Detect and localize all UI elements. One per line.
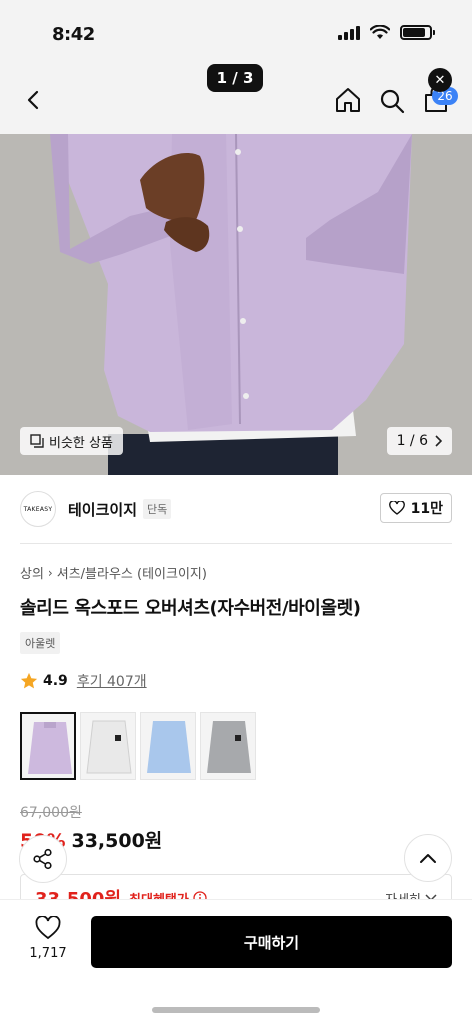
brand-logo[interactable]: TAKEASY xyxy=(20,491,56,527)
brand-row: TAKEASY 테이크이지 단독 11만 xyxy=(20,489,452,529)
star-icon xyxy=(20,672,38,689)
variant-thumb-gray[interactable] xyxy=(200,712,256,780)
breadcrumb-category[interactable]: 상의 xyxy=(20,563,44,582)
image-counter-button[interactable]: 1 / 6 xyxy=(386,427,452,455)
similar-products-label: 비슷한 상품 xyxy=(49,435,113,451)
status-icons xyxy=(338,25,435,40)
close-icon[interactable]: ✕ xyxy=(428,68,452,92)
similar-products-button[interactable]: 비슷한 상품 xyxy=(20,427,123,455)
variant-thumb-white[interactable] xyxy=(80,712,136,780)
status-time: 8:42 xyxy=(52,24,95,45)
brand-name[interactable]: 테이크이지 xyxy=(68,499,137,520)
breadcrumb: 상의 › 셔츠/블라우스 (테이크이지) xyxy=(20,563,207,583)
back-arrow-icon[interactable] xyxy=(22,88,46,112)
chevron-right-icon xyxy=(435,435,442,447)
chevron-up-icon xyxy=(420,854,436,863)
similar-products-icon xyxy=(30,434,44,448)
wishlist-button[interactable]: 1,717 xyxy=(26,915,70,961)
exclusive-badge: 단독 xyxy=(143,499,172,519)
product-title: 솔리드 옥스포드 오버셔츠(자수버전/바이올렛) xyxy=(20,598,361,619)
color-variant-thumbnails xyxy=(20,712,256,780)
battery-icon xyxy=(400,25,435,40)
breadcrumb-subcategory[interactable]: 셔츠/블라우스 (테이크이지) xyxy=(57,563,207,582)
heart-icon xyxy=(35,915,61,940)
search-icon[interactable] xyxy=(378,87,406,115)
variant-thumb-blue[interactable] xyxy=(140,712,196,780)
home-indicator xyxy=(152,1007,320,1013)
image-counter-label: 1 / 6 xyxy=(396,433,428,449)
product-photo xyxy=(0,134,472,475)
share-button[interactable] xyxy=(19,835,67,883)
brand-logo-text: TAKEASY xyxy=(23,505,53,513)
scroll-to-top-button[interactable] xyxy=(404,834,452,882)
variant-thumb-violet[interactable] xyxy=(20,712,76,780)
chevron-right-icon: › xyxy=(47,565,53,580)
home-icon[interactable] xyxy=(334,86,362,114)
rating-row: 4.9 후기 407개 xyxy=(20,671,147,691)
bottom-action-bar: 1,717 구매하기 xyxy=(0,900,472,1024)
sale-price: 33,500원 xyxy=(71,830,163,852)
brand-like-count: 11만 xyxy=(410,501,443,517)
image-pager-indicator: 1 / 3 xyxy=(207,64,263,92)
status-bar: 8:42 xyxy=(0,0,472,66)
outlet-badge: 아울렛 xyxy=(20,632,61,654)
wifi-icon xyxy=(370,25,390,39)
heart-icon xyxy=(388,501,405,515)
signal-icon xyxy=(338,25,360,40)
brand-like-button[interactable]: 11만 xyxy=(379,493,452,523)
divider xyxy=(20,543,452,544)
product-hero-image[interactable]: 비슷한 상품 1 / 6 xyxy=(0,134,472,475)
original-price: 67,000원 xyxy=(20,805,82,821)
review-count-link[interactable]: 후기 407개 xyxy=(77,671,147,691)
wishlist-count: 1,717 xyxy=(29,946,67,961)
rating-score: 4.9 xyxy=(43,673,68,689)
buy-button[interactable]: 구매하기 xyxy=(91,916,452,968)
share-icon xyxy=(33,848,52,870)
